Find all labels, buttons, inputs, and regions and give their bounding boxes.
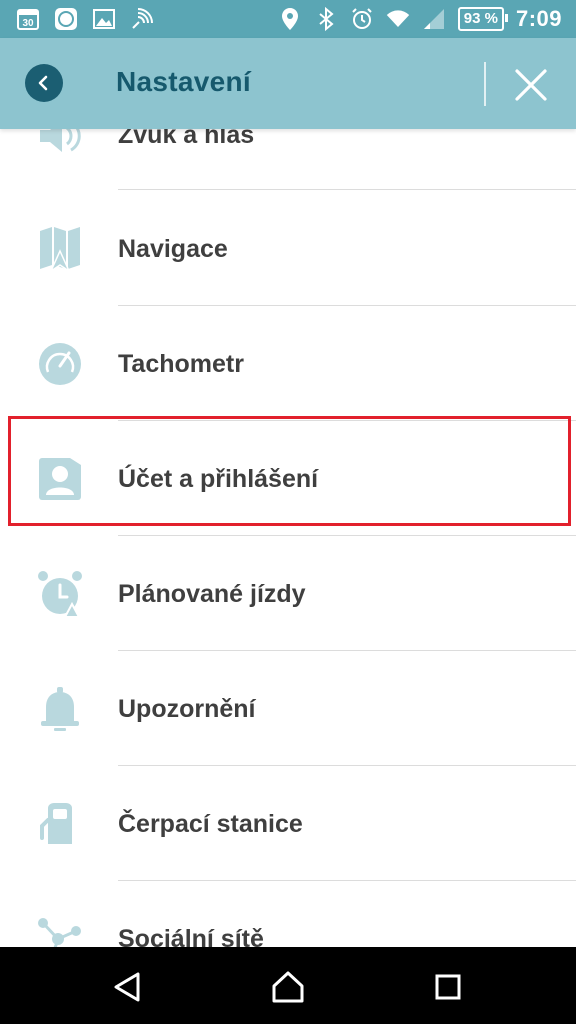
broadcast-icon [130,7,154,31]
speaker-icon [36,129,84,160]
menu-item-navigace[interactable]: Navigace [0,190,576,306]
calendar-icon: 30 [16,7,40,31]
header-divider [484,62,486,106]
menu-item-tachometr[interactable]: Tachometr [0,305,576,421]
menu-item-label: Čerpací stanice [118,810,303,838]
menu-item-ucet-a-prihlaseni[interactable]: Účet a přihlášení [0,420,576,536]
menu-item-socialni-site[interactable]: Sociální sítě [0,880,576,947]
fuel-pump-icon [36,800,84,848]
alarm-clock-icon [36,570,84,618]
recents-icon [435,974,461,1000]
menu-item-planovane-jizdy[interactable]: Plánované jízdy [0,535,576,651]
menu-item-label: Tachometr [118,350,244,378]
nav-back-button[interactable] [108,967,148,1007]
menu-item-label: Upozornění [118,695,256,723]
back-button[interactable] [25,64,63,102]
wifi-icon [386,7,410,31]
menu-item-upozorneni[interactable]: Upozornění [0,650,576,766]
back-triangle-icon [114,972,140,1002]
menu-item-label: Plánované jízdy [118,580,306,608]
close-icon [515,69,547,101]
clock: 7:09 [515,6,562,31]
app-header: Nastavení [0,38,576,129]
share-network-icon [36,915,84,947]
location-icon [278,7,302,31]
calendar-day: 30 [22,18,34,29]
signal-icon [422,7,446,31]
menu-item-label: Navigace [118,235,228,263]
menu-item-label: Zvuk a hlas [118,129,255,149]
page-title: Nastavení [116,66,251,97]
alarm-icon [350,7,374,31]
close-button[interactable] [510,64,552,106]
status-bar: 30 93 % 7:09 [0,0,576,38]
speedometer-icon [36,340,84,388]
gallery-icon [92,7,116,31]
menu-item-label: Sociální sítě [118,925,264,947]
menu-item-zvuk-a-hlas[interactable]: Zvuk a hlas [0,129,576,190]
bluetooth-icon [314,7,338,31]
nav-recents-button[interactable] [428,967,468,1007]
nav-home-button[interactable] [268,967,308,1007]
back-icon [38,75,48,91]
settings-list: Zvuk a hlas Navigace Tachometr Účet a př… [0,129,576,947]
system-nav-bar [0,947,576,1024]
map-icon [36,225,84,273]
home-icon [272,971,304,1003]
menu-item-cerpaci-stanice[interactable]: Čerpací stanice [0,765,576,881]
bell-icon [36,685,84,733]
account-card-icon [36,455,84,503]
mi-app-icon [54,7,78,31]
battery-indicator: 93 % [457,7,509,31]
menu-item-label: Účet a přihlášení [118,465,319,493]
